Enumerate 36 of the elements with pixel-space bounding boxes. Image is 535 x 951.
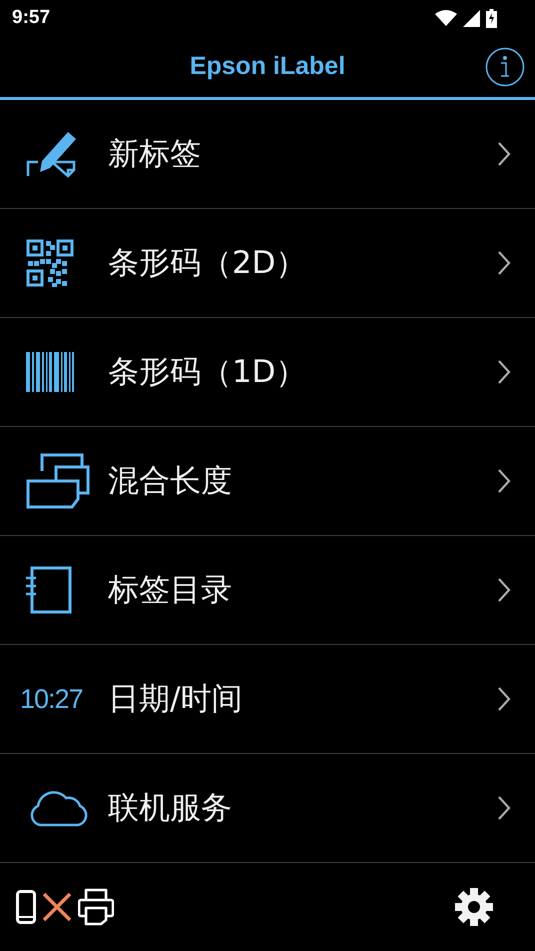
qr-code-icon	[26, 239, 74, 287]
menu-item[interactable]: 条形码（2D）	[0, 209, 535, 318]
menu-item-label: 条形码（1D）	[108, 353, 308, 392]
barcode-icon	[26, 352, 74, 392]
menu-item[interactable]: 联机服务	[0, 754, 535, 863]
chevron-icon	[497, 141, 511, 167]
notebook-icon	[26, 566, 74, 614]
app-title: Epson iLabel	[190, 52, 346, 81]
printer-icon	[78, 888, 114, 926]
chevron-icon	[497, 468, 511, 494]
signal-icon	[463, 10, 480, 26]
wifi-icon	[435, 10, 457, 26]
menu-item-label: 联机服务	[108, 789, 233, 828]
menu-item-label: 标签目录	[108, 571, 233, 610]
stacked-labels-icon	[26, 453, 90, 509]
chevron-icon	[497, 795, 511, 821]
menu-item-label: 条形码（2D）	[108, 244, 308, 283]
menu-item[interactable]: 混合长度	[0, 427, 535, 536]
menu-item[interactable]: 10:27 日期/时间	[0, 645, 535, 754]
menu-item-label: 日期/时间	[108, 680, 244, 719]
chevron-icon	[497, 250, 511, 276]
menu-item[interactable]: 新标签	[0, 100, 535, 209]
status-time: 9:57	[12, 7, 50, 29]
phone-icon	[16, 890, 36, 924]
time-icon-text: 10:27	[20, 684, 83, 714]
menu-item-label: 新标签	[108, 135, 202, 174]
chevron-icon	[497, 359, 511, 385]
settings-icon[interactable]	[455, 888, 493, 926]
menu-item-label: 混合长度	[108, 462, 233, 501]
pencil-icon	[26, 130, 78, 178]
chevron-icon	[497, 577, 511, 603]
menu-item[interactable]: 标签目录	[0, 536, 535, 645]
chevron-icon	[497, 686, 511, 712]
battery-icon	[486, 8, 497, 28]
info-icon[interactable]	[485, 47, 525, 87]
menu-item[interactable]: 条形码（1D）	[0, 318, 535, 427]
